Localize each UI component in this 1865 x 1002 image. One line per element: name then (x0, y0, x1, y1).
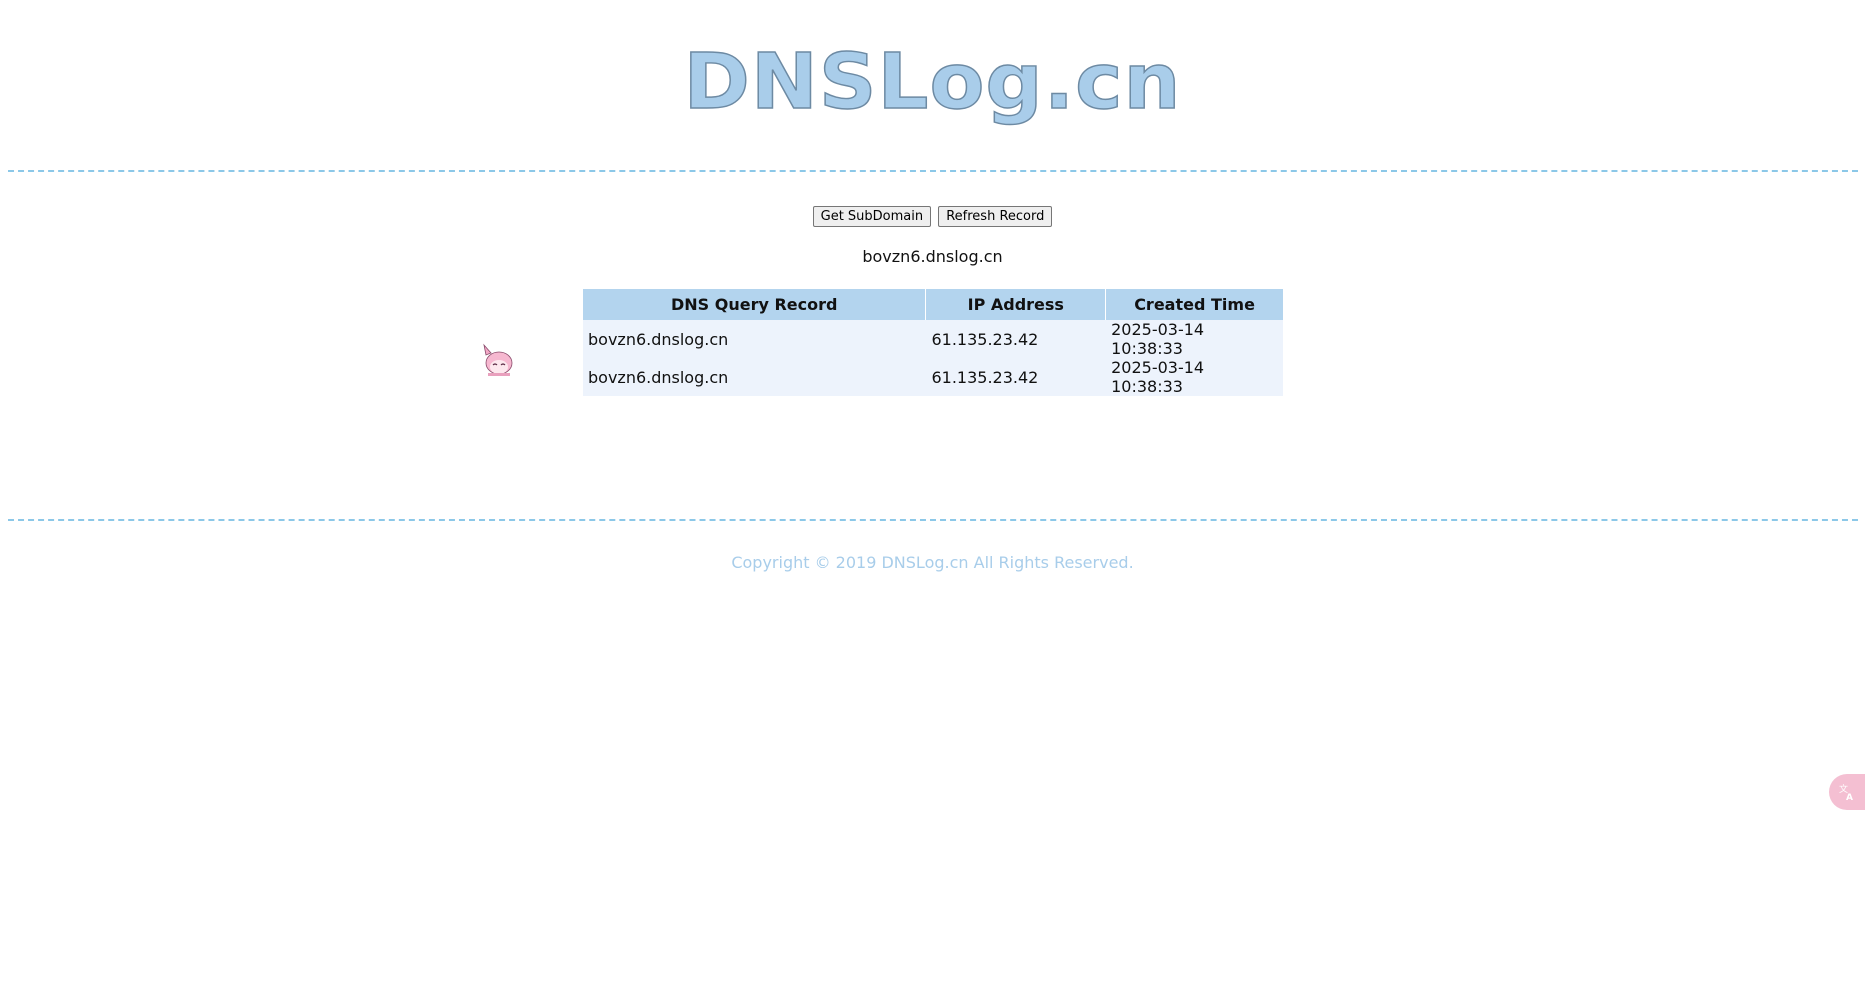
top-divider (8, 170, 1858, 172)
column-header-created-time: Created Time (1106, 289, 1283, 320)
toolbar: Get SubDomain Refresh Record (0, 205, 1865, 227)
site-logo: DNSLog.cn (683, 36, 1182, 127)
page: DNSLog.cn Get SubDomain Refresh Record b… (0, 0, 1865, 1002)
refresh-record-button[interactable]: Refresh Record (938, 206, 1053, 227)
translate-icon[interactable]: 文 A (1829, 774, 1865, 810)
table-row: bovzn6.dnslog.cn 61.135.23.42 2025-03-14… (583, 320, 1283, 358)
column-header-ip-address: IP Address (926, 289, 1107, 320)
ip-address-cell: 61.135.23.42 (926, 320, 1107, 358)
dns-record-table: DNS Query Record IP Address Created Time… (583, 289, 1283, 396)
dns-record-cell: bovzn6.dnslog.cn (583, 320, 927, 358)
mascot-icon (482, 343, 514, 377)
ip-address-cell: 61.135.23.42 (926, 358, 1107, 396)
column-header-dns-query-record: DNS Query Record (583, 289, 927, 320)
bottom-divider (8, 519, 1858, 521)
logo-container: DNSLog.cn (0, 38, 1865, 126)
created-time-cell: 2025-03-14 10:38:33 (1106, 358, 1283, 396)
table-header-row: DNS Query Record IP Address Created Time (583, 289, 1283, 320)
svg-text:A: A (1846, 793, 1853, 802)
copyright-text: Copyright © 2019 DNSLog.cn All Rights Re… (731, 553, 1134, 572)
created-time-cell: 2025-03-14 10:38:33 (1106, 320, 1283, 358)
get-subdomain-button[interactable]: Get SubDomain (812, 206, 932, 227)
table-row: bovzn6.dnslog.cn 61.135.23.42 2025-03-14… (583, 358, 1283, 396)
dns-record-cell: bovzn6.dnslog.cn (583, 358, 927, 396)
subdomain-text: bovzn6.dnslog.cn (862, 247, 1003, 266)
